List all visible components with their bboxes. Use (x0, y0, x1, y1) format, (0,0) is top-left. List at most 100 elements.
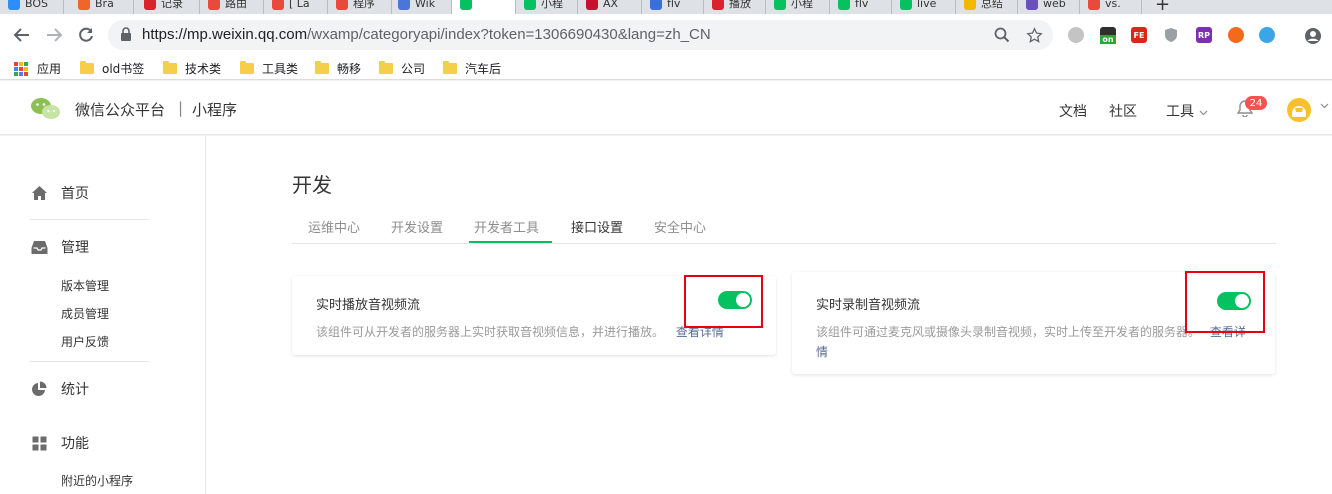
active-tab-indicator (469, 241, 552, 243)
browser-tab[interactable]: 播放 (704, 0, 766, 14)
bookmark-folder[interactable]: 工具类 (240, 60, 298, 77)
chevron-down-icon[interactable] (1320, 103, 1329, 109)
avatar-image-icon (1292, 106, 1306, 117)
sidebar-section-features[interactable]: 功能 (30, 433, 89, 453)
browser-tab[interactable]: [ La (264, 0, 328, 14)
browser-tab[interactable]: Wik (390, 0, 452, 14)
tab-favicon-icon (208, 0, 220, 10)
browser-tab[interactable]: 小程 (516, 0, 578, 14)
tab-favicon-icon (8, 0, 20, 10)
nav-tools[interactable]: 工具 (1166, 101, 1208, 121)
extension-grey-icon[interactable] (1068, 27, 1084, 43)
zoom-icon[interactable] (994, 27, 1010, 43)
star-icon[interactable] (1026, 27, 1043, 44)
new-tab-button[interactable]: + (1155, 0, 1170, 14)
browser-tab[interactable]: 小程 (766, 0, 830, 14)
pie-chart-icon (30, 380, 48, 398)
sidebar-item-nearby[interactable]: 附近的小程序 (61, 472, 133, 489)
sidebar-divider (30, 219, 149, 220)
bookmark-folder[interactable]: old书签 (80, 60, 144, 77)
tab-favicon-icon (712, 0, 724, 10)
reload-icon (79, 27, 93, 42)
chevron-down-icon (1200, 110, 1208, 116)
sidebar-item-stats[interactable]: 统计 (30, 379, 89, 399)
bookmark-folder[interactable]: 汽车后 (443, 60, 501, 77)
tab-favicon-icon (524, 0, 536, 10)
tab-bar: 运维中心 开发设置 开发者工具 接口设置 安全中心 (292, 208, 1276, 244)
reload-button[interactable] (74, 23, 98, 47)
browser-tab[interactable]: web (1018, 0, 1080, 14)
tab-favicon-icon (900, 0, 912, 10)
main-content: 开发 运维中心 开发设置 开发者工具 接口设置 安全中心 实时播放音视频流 该组… (206, 136, 1332, 494)
profile-button[interactable] (1304, 27, 1321, 44)
extension-shield-icon[interactable] (1163, 27, 1179, 43)
address-bar[interactable]: https://mp.weixin.qq.com/wxamp/categorya… (108, 20, 1053, 50)
avatar[interactable] (1287, 98, 1311, 122)
browser-tab[interactable]: Bra (70, 0, 134, 14)
folder-icon (163, 61, 177, 74)
back-button[interactable] (10, 23, 34, 47)
nav-community[interactable]: 社区 (1109, 101, 1137, 121)
tab-favicon-icon (1088, 0, 1100, 10)
extension-blue-icon[interactable] (1259, 27, 1275, 43)
folder-icon (80, 61, 94, 74)
tab-favicon-icon (144, 0, 156, 10)
folder-icon (443, 61, 457, 74)
browser-tab[interactable]: vs. (1080, 0, 1142, 14)
tab-favicon-icon (964, 0, 976, 10)
tab-favicon-icon (774, 0, 786, 10)
lock-icon (121, 27, 131, 41)
browser-tab[interactable]: live (892, 0, 956, 14)
tab-dev-settings[interactable]: 开发设置 (391, 217, 443, 236)
browser-tab[interactable]: flv (830, 0, 892, 14)
folder-icon (379, 61, 393, 74)
account-circle-icon (1305, 28, 1321, 44)
tab-dev-tools[interactable]: 开发者工具 (474, 217, 539, 236)
folder-icon (240, 61, 254, 74)
browser-toolbar: https://mp.weixin.qq.com/wxamp/categorya… (0, 14, 1332, 56)
browser-tab[interactable]: BOS (0, 0, 64, 14)
tab-favicon-icon (838, 0, 850, 10)
bookmark-folder[interactable]: 技术类 (163, 60, 221, 77)
extension-on-icon[interactable]: on (1100, 27, 1116, 44)
extension-orange-icon[interactable] (1228, 27, 1244, 43)
sidebar-item-feedback[interactable]: 用户反馈 (61, 333, 109, 350)
folder-icon (315, 61, 329, 74)
highlight-box (684, 275, 763, 328)
browser-tab[interactable]: 总结 (956, 0, 1018, 14)
extension-fe-icon[interactable]: FE (1131, 27, 1147, 43)
sidebar-item-versions[interactable]: 版本管理 (61, 277, 109, 294)
extension-rp-icon[interactable]: RP (1196, 27, 1212, 43)
browser-tab[interactable]: flv (642, 0, 704, 14)
tab-api-settings[interactable]: 接口设置 (571, 217, 623, 236)
browser-tab[interactable]: 路由 (200, 0, 264, 14)
forward-button[interactable] (42, 23, 66, 47)
page-title: 开发 (292, 173, 332, 197)
wechat-favicon-icon (460, 0, 472, 10)
nav-docs[interactable]: 文档 (1059, 101, 1087, 121)
bookmarks-bar: 应用 old书签 技术类 工具类 畅移 公司 汽车后 (0, 56, 1332, 80)
bookmark-apps[interactable]: 应用 (14, 60, 61, 77)
bookmark-folder[interactable]: 公司 (379, 60, 425, 77)
arrow-right-icon (47, 28, 63, 42)
sidebar-item-members[interactable]: 成员管理 (61, 305, 109, 322)
view-details-link[interactable]: 情 (816, 345, 828, 359)
grid-icon (30, 434, 48, 452)
tab-security-center[interactable]: 安全中心 (654, 217, 706, 236)
browser-tab-strip: BOS Bra 记录 路由 [ La 程序 Wik 小程 AX flv 播放 小… (0, 0, 1332, 14)
tab-favicon-icon (1026, 0, 1038, 10)
browser-tab[interactable]: 记录 (136, 0, 200, 14)
browser-tab-active[interactable] (452, 0, 516, 14)
tab-favicon-icon (650, 0, 662, 10)
tab-favicon-icon (336, 0, 348, 10)
apps-grid-icon (14, 61, 28, 76)
tab-ops-center[interactable]: 运维中心 (308, 217, 360, 236)
tab-favicon-icon (398, 0, 410, 10)
sidebar-section-manage[interactable]: 管理 (30, 237, 89, 257)
sidebar-item-home[interactable]: 首页 (30, 183, 89, 203)
brand-name[interactable]: 微信公众平台 (75, 99, 165, 120)
tab-favicon-icon (272, 0, 284, 10)
browser-tab[interactable]: AX (578, 0, 642, 14)
browser-tab[interactable]: 程序 (328, 0, 392, 14)
bookmark-folder[interactable]: 畅移 (315, 60, 361, 77)
